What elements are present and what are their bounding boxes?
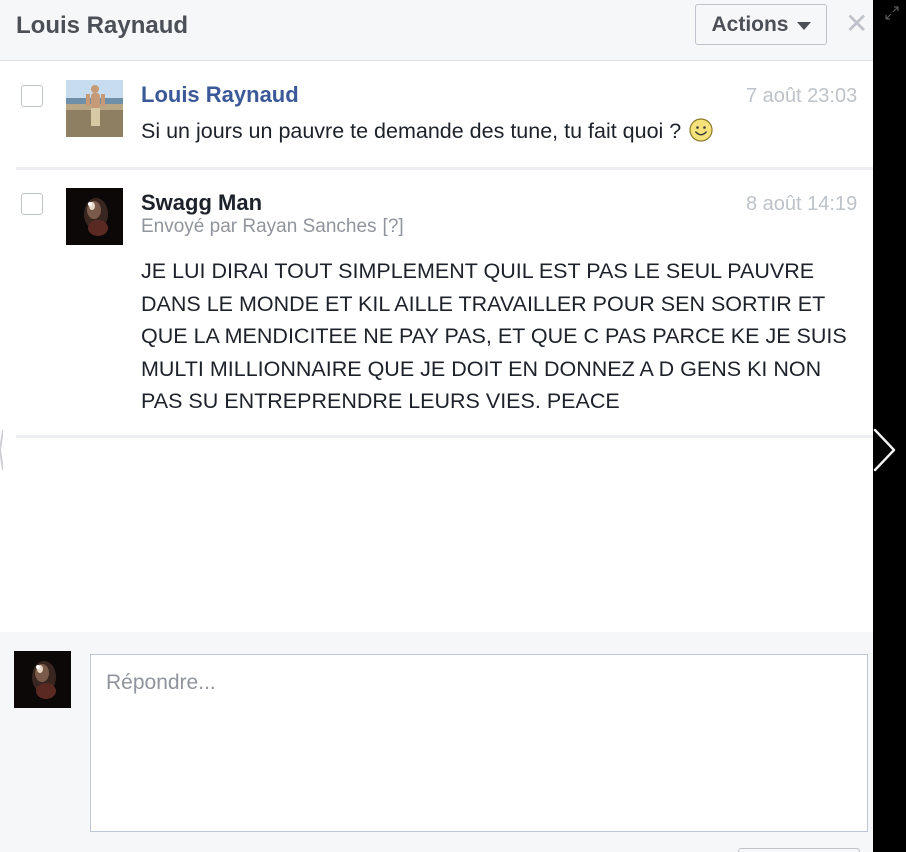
reply-area xyxy=(0,632,873,852)
avatar[interactable] xyxy=(66,188,123,245)
message-select-checkbox[interactable] xyxy=(21,85,43,107)
avatar[interactable] xyxy=(66,80,123,137)
sender-name[interactable]: Louis Raynaud xyxy=(141,82,299,108)
avatar-photo xyxy=(66,80,123,137)
help-link[interactable]: [?] xyxy=(383,216,404,237)
reply-input[interactable] xyxy=(90,654,868,832)
sent-by-text: Envoyé par Rayan Sanches xyxy=(141,216,377,237)
avatar-photo xyxy=(66,188,123,245)
avatar-photo xyxy=(14,651,71,708)
actions-button[interactable]: Actions xyxy=(695,4,827,45)
message-text-row: Si un jours un pauvre te demande des tun… xyxy=(141,115,713,148)
message-divider xyxy=(16,435,873,438)
smiley-emoji-icon xyxy=(689,118,713,142)
expand-icon[interactable] xyxy=(884,5,900,21)
sent-by-line: Envoyé par Rayan Sanches [?] xyxy=(141,216,404,238)
previous-arrow-icon[interactable] xyxy=(0,428,3,472)
send-button[interactable] xyxy=(738,848,860,852)
message-time: 8 août 14:19 xyxy=(746,193,858,215)
message-text: JE LUI DIRAI TOUT SIMPLEMENT QUIL EST PA… xyxy=(141,259,847,413)
message-item: Louis Raynaud 7 août 23:03 Si un jours u… xyxy=(0,62,873,170)
conversation-header: Louis Raynaud Actions ✕ xyxy=(0,0,873,61)
close-icon[interactable]: ✕ xyxy=(845,10,868,38)
conversation-title: Louis Raynaud xyxy=(16,12,189,39)
caret-down-icon xyxy=(796,21,811,30)
message-text: Si un jours un pauvre te demande des tun… xyxy=(141,119,682,143)
sender-name[interactable]: Swagg Man xyxy=(141,190,262,216)
message-time: 7 août 23:03 xyxy=(746,85,858,107)
avatar xyxy=(14,651,71,708)
message-item: Swagg Man 8 août 14:19 Envoyé par Rayan … xyxy=(0,170,873,436)
next-arrow-icon[interactable] xyxy=(870,428,900,472)
message-panel: Louis Raynaud Actions ✕ Louis Raynaud 7 … xyxy=(0,0,873,852)
message-select-checkbox[interactable] xyxy=(21,193,43,215)
actions-label: Actions xyxy=(711,12,789,36)
